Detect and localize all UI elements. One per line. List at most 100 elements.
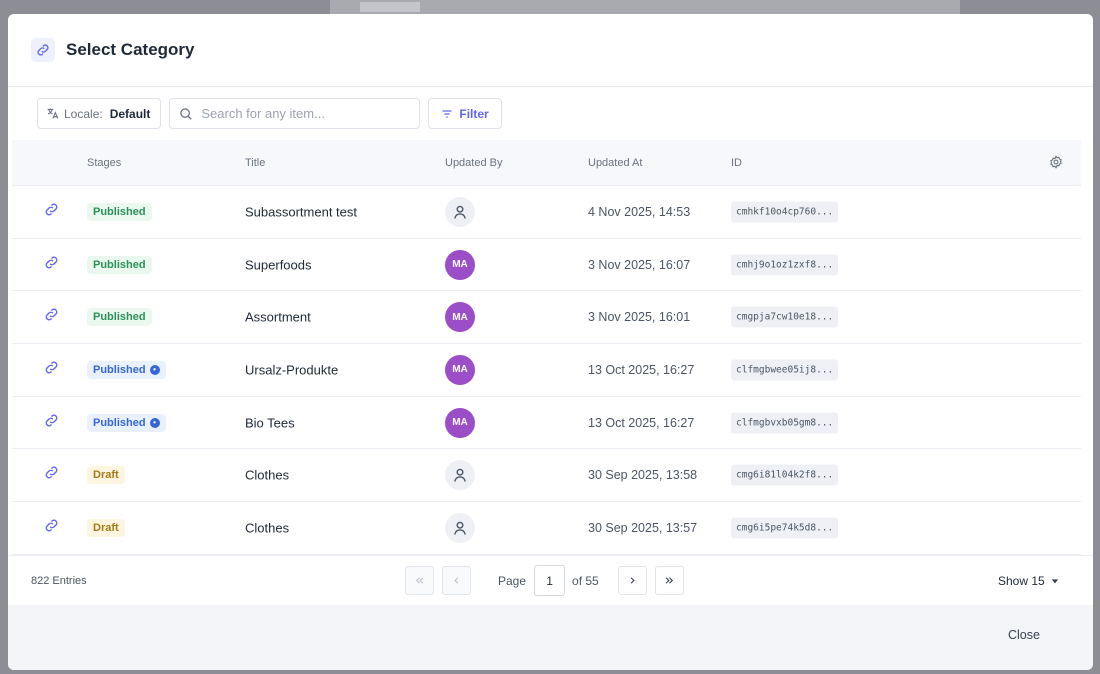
info-icon[interactable]: • <box>149 364 160 375</box>
table-header: Stages Title Updated By Updated At ID <box>12 140 1081 186</box>
link-icon[interactable] <box>44 307 59 327</box>
entry-id: cmhkf10o4cp760... <box>731 201 839 223</box>
stage-badge: Published • <box>87 413 166 432</box>
stage-label: Published <box>93 363 146 376</box>
entry-title: Bio Tees <box>245 415 295 431</box>
entry-id: clfmgbvxb05gm8... <box>731 412 839 434</box>
link-icon[interactable] <box>44 360 59 380</box>
link-icon[interactable] <box>44 202 59 222</box>
stage-badge: Draft <box>87 518 125 537</box>
table-row[interactable]: Published Assortment MA 3 Nov 2025, 16:0… <box>12 291 1081 345</box>
column-settings-icon[interactable] <box>1049 155 1063 174</box>
avatar: MA <box>445 249 475 280</box>
user-icon <box>445 460 475 491</box>
entry-id: cmhj9o1oz1zxf8... <box>731 254 839 276</box>
close-button[interactable]: Close <box>1008 628 1040 642</box>
stage-badge: Published <box>87 308 152 327</box>
previous-page-button[interactable] <box>442 566 471 595</box>
table-row[interactable]: Published • Ursalz-Produkte MA 13 Oct 202… <box>12 344 1081 397</box>
first-page-button[interactable] <box>405 566 434 595</box>
filter-icon <box>442 109 452 118</box>
last-page-button[interactable] <box>654 566 684 595</box>
double-chevron-left-icon <box>415 577 424 584</box>
stage-label: Published <box>93 205 146 218</box>
chevron-left-icon <box>454 577 459 584</box>
updated-at: 3 Nov 2025, 16:01 <box>588 310 691 325</box>
link-icon <box>31 38 55 62</box>
search-icon <box>180 107 193 120</box>
entry-id: cmg6i81l04k2f8... <box>731 464 839 486</box>
link-icon[interactable] <box>44 465 59 485</box>
modal-header: Select Category <box>8 14 1093 87</box>
next-page-button[interactable] <box>617 566 647 595</box>
updated-at: 13 Oct 2025, 16:27 <box>588 415 695 430</box>
search-input[interactable] <box>201 106 412 121</box>
stage-badge: Published • <box>87 360 166 379</box>
entry-title: Subassortment test <box>245 204 357 220</box>
stage-badge: Published <box>87 255 152 274</box>
chevron-right-icon <box>630 577 635 584</box>
stage-label: Published <box>93 258 146 271</box>
updated-at: 30 Sep 2025, 13:57 <box>588 520 698 535</box>
translate-icon <box>47 108 59 119</box>
page-total: of 55 <box>572 573 599 588</box>
stage-label: Draft <box>93 469 119 482</box>
table-row[interactable]: Draft Clothes 30 Sep 2025, 13:57 cmg6i5p… <box>12 502 1081 555</box>
page-label: Page <box>498 573 527 588</box>
user-icon <box>445 512 475 543</box>
user-icon <box>445 196 475 227</box>
entry-id: cmg6i5pe74k5d8... <box>731 517 839 539</box>
avatar: MA <box>445 354 475 385</box>
table-row[interactable]: Draft Clothes 30 Sep 2025, 13:58 cmg6i81… <box>12 449 1081 503</box>
table-row[interactable]: Published • Bio Tees MA 13 Oct 2025, 16:2… <box>12 397 1081 450</box>
updated-at: 4 Nov 2025, 14:53 <box>588 204 691 219</box>
updated-at: 13 Oct 2025, 16:27 <box>588 362 695 377</box>
entry-title: Clothes <box>245 467 290 483</box>
entry-title: Superfoods <box>245 257 312 273</box>
filter-label: Filter <box>459 106 489 121</box>
entry-title: Clothes <box>245 520 290 536</box>
modal-footer: Close <box>8 605 1093 670</box>
column-header-id[interactable]: ID <box>731 157 742 169</box>
locale-label: Locale: <box>64 106 103 121</box>
background-thumbnail <box>360 2 420 12</box>
page-size-select[interactable]: Show 15 <box>998 574 1059 588</box>
caret-down-icon <box>1051 578 1058 583</box>
pager: Page of 55 <box>405 565 692 596</box>
info-icon[interactable]: • <box>149 417 160 428</box>
select-category-modal: Select Category Locale: Default Filter S… <box>8 14 1093 670</box>
locale-selector[interactable]: Locale: Default <box>37 98 162 129</box>
column-header-updated-by[interactable]: Updated By <box>445 157 502 169</box>
stage-label: Published <box>93 311 146 324</box>
pagination-bar: 822 Entries Page of 55 Show 15 <box>8 555 1093 605</box>
avatar: MA <box>445 302 475 333</box>
double-chevron-right-icon <box>665 577 673 584</box>
table-row[interactable]: Published Superfoods MA 3 Nov 2025, 16:0… <box>12 239 1081 292</box>
link-icon[interactable] <box>44 255 59 275</box>
table-row[interactable]: Published Subassortment test 4 Nov 2025,… <box>12 186 1081 239</box>
stage-label: Draft <box>93 521 119 534</box>
link-icon[interactable] <box>44 413 59 433</box>
link-icon[interactable] <box>44 518 59 538</box>
entries-count: 822 Entries <box>31 574 87 587</box>
column-header-updated-at[interactable]: Updated At <box>588 157 642 169</box>
filter-button[interactable]: Filter <box>428 98 502 129</box>
locale-value: Default <box>109 106 151 121</box>
toolbar: Locale: Default Filter <box>8 87 1093 140</box>
search-box[interactable] <box>169 98 421 129</box>
page-number-input[interactable] <box>534 565 566 596</box>
updated-at: 3 Nov 2025, 16:07 <box>588 257 691 272</box>
entry-title: Ursalz-Produkte <box>245 362 339 378</box>
column-header-title[interactable]: Title <box>245 157 265 169</box>
avatar: MA <box>445 407 475 438</box>
entry-id: cmgpja7cw10e18... <box>731 306 839 328</box>
stage-badge: Published <box>87 202 152 221</box>
entry-id: clfmgbwee05ij8... <box>731 359 839 381</box>
column-header-stages[interactable]: Stages <box>87 157 121 169</box>
table-body: Published Subassortment test 4 Nov 2025,… <box>12 186 1081 555</box>
background-page-strip <box>330 0 960 14</box>
modal-title: Select Category <box>66 40 195 59</box>
stage-label: Published <box>93 416 146 429</box>
stage-badge: Draft <box>87 466 125 485</box>
updated-at: 30 Sep 2025, 13:58 <box>588 468 698 483</box>
